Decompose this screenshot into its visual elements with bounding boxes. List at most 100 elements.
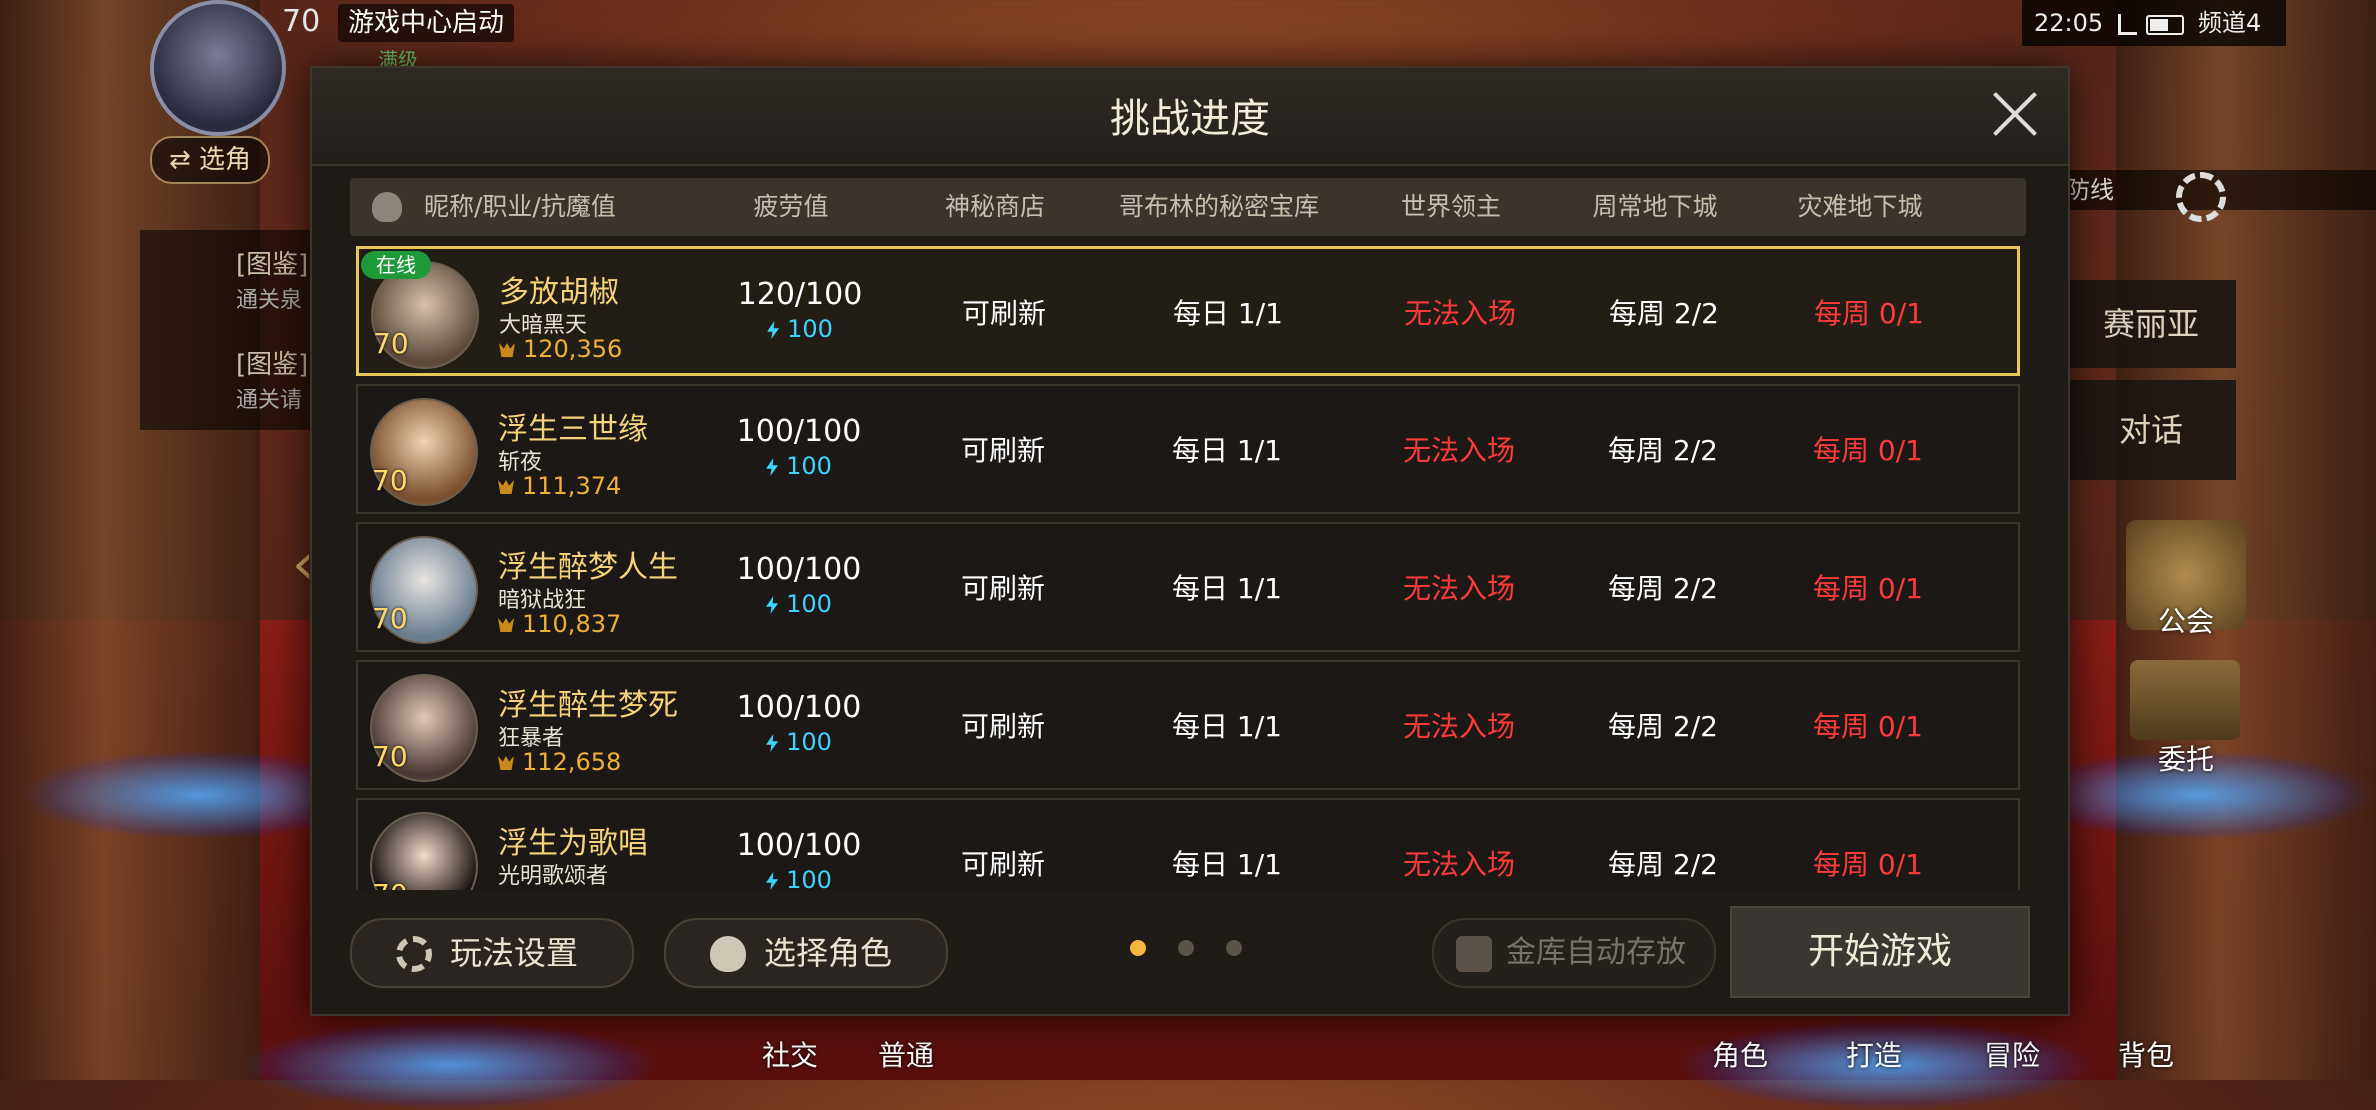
page-dot-3[interactable] (1226, 940, 1242, 956)
table-row[interactable]: 70 浮生三世缘 斩夜 111,374 100/100 100 可刷新 每日 1… (356, 384, 2020, 514)
side-quest-item-2[interactable]: [图鉴] 通关请 (140, 330, 320, 430)
pagination-dots[interactable] (1130, 940, 1250, 960)
side-quest-sub: 通关泉 (236, 288, 303, 313)
bolt-icon (766, 872, 779, 890)
power-value: 110,837 (522, 610, 622, 638)
character-list[interactable]: 在线 70 多放胡椒 大暗黑天 120,356 120/100 100 可刷新 … (356, 246, 2022, 890)
demon-icon (498, 480, 514, 494)
table-header: 昵称/职业/抗魔值 疲劳值 神秘商店 哥布林的秘密宝库 世界领主 周常地下城 灾… (350, 178, 2026, 236)
side-quest-title: [图鉴] (236, 250, 309, 280)
talk-button[interactable]: 对话 (2066, 380, 2236, 480)
online-badge: 在线 (361, 251, 431, 279)
nav-social[interactable]: 社交 (762, 1034, 818, 1074)
nav-bag[interactable]: 背包 (2118, 1034, 2174, 1074)
disaster-status: 每周 0/1 (1813, 710, 1923, 743)
energy-value: 100 (704, 590, 894, 618)
col-weekly: 周常地下城 (1592, 192, 1718, 221)
col-vault: 哥布林的秘密宝库 (1118, 192, 1319, 221)
dialog-header: 挑战进度 (312, 68, 2068, 166)
energy-number: 100 (787, 315, 833, 343)
vault-status: 每日 1/1 (1173, 297, 1283, 330)
table-row[interactable]: 在线 70 多放胡椒 大暗黑天 120,356 120/100 100 可刷新 … (356, 246, 2020, 376)
col-name: 昵称/职业/抗魔值 (424, 192, 616, 221)
vault-icon (1456, 936, 1492, 972)
vault-status: 每日 1/1 (1172, 434, 1282, 467)
side-quest-title: [图鉴] (236, 350, 309, 380)
battery-icon (2146, 15, 2184, 35)
weekly-status: 每周 2/2 (1609, 297, 1719, 330)
anti-magic-value: 112,658 (498, 748, 621, 776)
weekly-status: 每周 2/2 (1608, 710, 1718, 743)
energy-number: 100 (786, 866, 832, 890)
col-shop: 神秘商店 (944, 192, 1045, 221)
shop-status: 可刷新 (960, 710, 1045, 743)
bolt-icon (766, 734, 779, 752)
gear-icon[interactable] (2176, 172, 2226, 222)
status-bar: 22:05 频道4 (2022, 0, 2286, 46)
select-role-button[interactable]: 选择角色 (664, 918, 948, 988)
weekly-status: 每周 2/2 (1608, 572, 1718, 605)
table-row[interactable]: 70 浮生为歌唱 光明歌颂者 100/100 100 可刷新 每日 1/1 无法… (356, 798, 2020, 890)
gear-icon (396, 936, 432, 972)
character-nickname: 浮生醉生梦死 (498, 688, 678, 723)
nav-normal[interactable]: 普通 (878, 1034, 934, 1074)
commission-label: 委托 (2157, 743, 2214, 776)
npc-name-button[interactable]: 赛丽亚 (2066, 280, 2236, 368)
character-level: 70 (373, 327, 409, 360)
demon-icon (498, 756, 514, 770)
character-level: 70 (372, 602, 408, 635)
table-row[interactable]: 70 浮生醉梦人生 暗狱战狂 110,837 100/100 100 可刷新 每… (356, 522, 2020, 652)
table-row[interactable]: 70 浮生醉生梦死 狂暴者 112,658 100/100 100 可刷新 每日… (356, 660, 2020, 790)
energy-value: 100 (704, 452, 894, 480)
vault-status: 每日 1/1 (1172, 710, 1282, 743)
energy-value: 100 (704, 728, 894, 756)
start-game-button[interactable]: 开始游戏 (1730, 906, 2030, 998)
magic-circle-bottom-left (240, 1020, 660, 1110)
nav-craft[interactable]: 打造 (1846, 1034, 1902, 1074)
fatigue-value: 100/100 (736, 828, 862, 863)
dialog-title: 挑战进度 (1110, 96, 1270, 142)
vault-status: 每日 1/1 (1172, 572, 1282, 605)
energy-number: 100 (786, 452, 832, 480)
commission-icon[interactable] (2130, 660, 2240, 740)
disaster-status: 每周 0/1 (1813, 572, 1923, 605)
power-value: 120,356 (523, 335, 623, 363)
anti-magic-value: 120,356 (499, 335, 622, 363)
anti-magic-value: 110,837 (498, 610, 621, 638)
fatigue-value: 100/100 (736, 690, 862, 725)
shop-status: 可刷新 (961, 297, 1046, 330)
page-dot-1[interactable] (1130, 940, 1146, 956)
gameplay-settings-label: 玩法设置 (450, 934, 579, 972)
bolt-icon (766, 458, 779, 476)
challenge-progress-dialog: 挑战进度 昵称/职业/抗魔值 疲劳值 神秘商店 哥布林的秘密宝库 世界领主 周常… (310, 66, 2070, 1016)
nav-adventure[interactable]: 冒险 (1984, 1034, 2040, 1074)
bolt-icon (766, 596, 779, 614)
close-icon[interactable] (1990, 90, 2040, 140)
player-avatar[interactable] (150, 0, 286, 136)
energy-number: 100 (786, 590, 832, 618)
boss-status: 无法入场 (1402, 848, 1515, 881)
col-disaster: 灾难地下城 (1797, 192, 1923, 221)
user-icon (710, 936, 746, 972)
character-nickname: 浮生三世缘 (498, 412, 648, 447)
vault-auto-store-label: 金库自动存放 (1506, 935, 1686, 970)
anti-magic-value: 111,374 (498, 472, 621, 500)
weekly-status: 每周 2/2 (1608, 434, 1718, 467)
channel-label: 频道4 (2198, 9, 2262, 37)
col-fatigue: 疲劳值 (753, 192, 829, 221)
demon-icon (499, 343, 515, 357)
side-quest-item-1[interactable]: [图鉴] 通关泉 (140, 230, 320, 330)
fatigue-value: 100/100 (736, 552, 862, 587)
game-center-launch-badge[interactable]: 游戏中心启动 (338, 4, 515, 42)
boss-status: 无法入场 (1402, 434, 1515, 467)
boss-status: 无法入场 (1402, 710, 1515, 743)
shop-status: 可刷新 (960, 434, 1045, 467)
col-boss: 世界领主 (1400, 192, 1501, 221)
nav-character[interactable]: 角色 (1712, 1034, 1768, 1074)
page-dot-2[interactable] (1178, 940, 1194, 956)
character-level: 70 (372, 740, 408, 773)
vault-auto-store-button[interactable]: 金库自动存放 (1432, 918, 1716, 988)
bolt-icon (767, 321, 780, 339)
gameplay-settings-button[interactable]: 玩法设置 (350, 918, 634, 988)
switch-role-button[interactable]: ⇄ 选角 (150, 136, 270, 184)
